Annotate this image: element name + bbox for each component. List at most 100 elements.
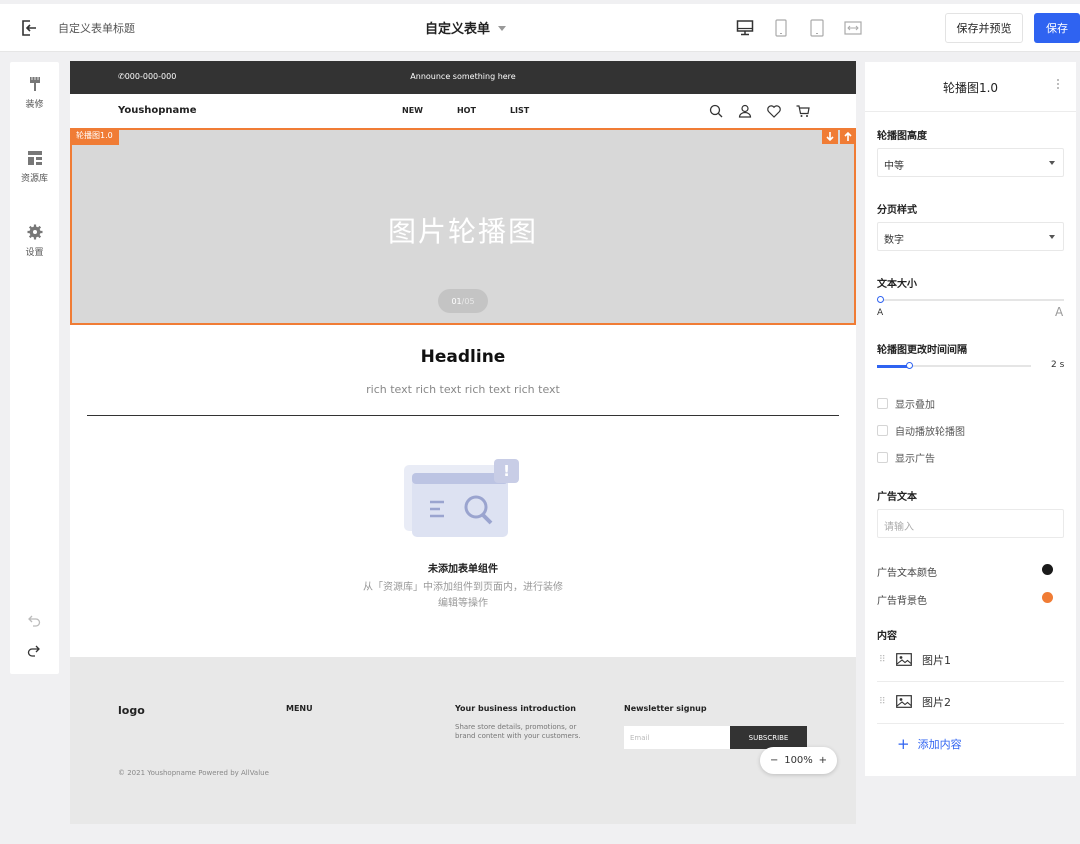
- move-up-icon[interactable]: [840, 128, 856, 144]
- page-canvas: ✆000-000-000 Announce something here You…: [70, 61, 856, 824]
- checkbox-show-overlay[interactable]: 显示叠加: [877, 396, 935, 411]
- carousel-height-label: 轮播图高度: [877, 131, 927, 142]
- carousel-pager[interactable]: 01/05: [438, 289, 488, 313]
- ad-bg-color-swatch[interactable]: [1042, 592, 1053, 603]
- more-icon[interactable]: [1056, 78, 1060, 90]
- top-bar: 自定义表单标题 自定义表单 保存并预览 保存: [0, 4, 1080, 52]
- checkbox-box[interactable]: [877, 452, 888, 463]
- checkbox-autoplay[interactable]: 自动播放轮播图: [877, 423, 965, 438]
- panel-title: 轮播图1.0: [942, 81, 999, 95]
- empty-state-description: 从「资源库」中添加组件到页面内，进行装修编辑等操作: [363, 582, 563, 609]
- form-name: 自定义表单: [425, 22, 491, 37]
- zoom-out-button[interactable]: −: [770, 755, 778, 766]
- content-item-image-1[interactable]: ⠿ 图片1: [877, 652, 1064, 682]
- rail-item-library[interactable]: 资源库: [10, 150, 59, 184]
- drag-handle-icon[interactable]: ⠿: [879, 655, 886, 665]
- shop-footer[interactable]: logo MENU Your business introduction Sha…: [70, 657, 856, 824]
- announcement-text: Announce something here: [410, 72, 516, 81]
- content-item-name: 图片1: [922, 654, 951, 667]
- move-down-icon[interactable]: [822, 128, 838, 144]
- checkbox-label: 显示叠加: [895, 400, 935, 411]
- announcement-bar[interactable]: ✆000-000-000 Announce something here: [70, 61, 856, 94]
- newsletter-email-field[interactable]: Email: [624, 726, 730, 749]
- block-tag: 轮播图1.0: [70, 128, 119, 145]
- form-selector[interactable]: 自定义表单: [425, 18, 507, 37]
- pager-current: 01: [451, 296, 462, 306]
- ad-bg-color-row: 广告背景色: [877, 592, 1053, 607]
- footer-menu-title: MENU: [286, 704, 313, 713]
- tablet-icon[interactable]: [808, 18, 826, 38]
- footer-copyright: © 2021 Youshopname Powered by AllValue: [118, 769, 269, 777]
- shop-header-icons: [708, 103, 811, 119]
- text-size-slider-knob[interactable]: [877, 296, 884, 303]
- checkbox-label: 自动播放轮播图: [895, 427, 965, 438]
- nav-item-new: NEW: [402, 106, 423, 115]
- plus-icon: +: [897, 735, 910, 753]
- carousel-height-select[interactable]: 中等: [877, 148, 1064, 177]
- chevron-down-icon: [1049, 235, 1055, 239]
- checkbox-box[interactable]: [877, 425, 888, 436]
- chevron-down-icon: [498, 26, 507, 31]
- drag-handle-icon[interactable]: ⠿: [879, 697, 886, 707]
- rail-item-label: 资源库: [20, 174, 48, 184]
- rail-item-label: 设置: [25, 248, 44, 258]
- carousel-block[interactable]: 轮播图1.0 图片轮播图 01/05: [70, 128, 856, 325]
- content-label: 内容: [877, 631, 897, 642]
- rich-text[interactable]: rich text rich text rich text rich text: [70, 383, 856, 396]
- save-and-preview-button[interactable]: 保存并预览: [945, 13, 1023, 43]
- add-content-label: 添加内容: [917, 738, 962, 751]
- zoom-in-button[interactable]: +: [819, 755, 827, 766]
- text-size-label: 文本大小: [877, 279, 917, 290]
- ad-text-color-label: 广告文本颜色: [877, 568, 937, 579]
- redo-icon[interactable]: [27, 644, 41, 658]
- divider: [87, 415, 839, 416]
- interval-slider-fill: [877, 365, 910, 368]
- undo-icon[interactable]: [27, 614, 41, 628]
- footer-business-description: Share store details, promotions, or bran…: [455, 723, 581, 740]
- fullwidth-icon[interactable]: [844, 18, 862, 38]
- content-item-image-2[interactable]: ⠿ 图片2: [877, 694, 1064, 724]
- rail-item-settings[interactable]: 设置: [10, 224, 59, 258]
- empty-form-illustration-icon: !: [404, 459, 519, 537]
- content-item-name: 图片2: [922, 696, 951, 709]
- footer-logo: logo: [118, 704, 145, 717]
- image-icon: [896, 653, 912, 666]
- interval-slider-knob[interactable]: [906, 362, 914, 369]
- subscribe-button[interactable]: SUBSCRIBE: [730, 726, 807, 749]
- desktop-icon[interactable]: [736, 18, 754, 38]
- settings-panel: 轮播图1.0 轮播图高度 中等 分页样式 数字 文本大小 A A 轮播图更改时间…: [865, 62, 1076, 776]
- ad-text-input[interactable]: 请输入: [877, 509, 1064, 538]
- add-content-button[interactable]: + 添加内容: [897, 736, 962, 752]
- svg-text:!: !: [503, 462, 510, 480]
- zoom-level: 100%: [784, 755, 813, 766]
- user-icon: [737, 103, 753, 119]
- text-size-slider[interactable]: [880, 299, 1064, 301]
- zoom-control: − 100% +: [760, 747, 837, 774]
- newsletter-title: Newsletter signup: [624, 704, 707, 713]
- checkbox-show-ad[interactable]: 显示广告: [877, 450, 935, 465]
- cart-icon: [795, 103, 811, 119]
- text-size-small-label: A: [877, 308, 884, 318]
- left-rail: 装修 资源库 设置: [10, 62, 59, 674]
- nav-item-list: LIST: [509, 106, 530, 115]
- pager-style-select[interactable]: 数字: [877, 222, 1064, 251]
- search-icon: [708, 103, 724, 119]
- panel-divider: [865, 111, 1076, 112]
- carousel-title: 图片轮播图: [387, 215, 538, 248]
- shop-name: Youshopname: [118, 105, 197, 116]
- checkbox-label: 显示广告: [895, 454, 935, 465]
- form-title[interactable]: 自定义表单标题: [58, 20, 135, 36]
- text-size-large-label: A: [1055, 305, 1064, 319]
- nav-item-hot: HOT: [456, 106, 476, 115]
- ad-text-label: 广告文本: [877, 492, 917, 503]
- headline[interactable]: Headline: [70, 347, 856, 367]
- exit-icon[interactable]: [20, 19, 38, 37]
- ad-text-color-swatch[interactable]: [1042, 564, 1053, 575]
- rail-item-decorate[interactable]: 装修: [10, 76, 59, 110]
- save-button[interactable]: 保存: [1034, 13, 1080, 43]
- mobile-icon[interactable]: [772, 18, 790, 38]
- heart-icon: [766, 103, 782, 119]
- layout-grid-icon: [27, 151, 42, 165]
- checkbox-box[interactable]: [877, 398, 888, 409]
- shop-header[interactable]: Youshopname NEW HOT LIST: [70, 94, 856, 128]
